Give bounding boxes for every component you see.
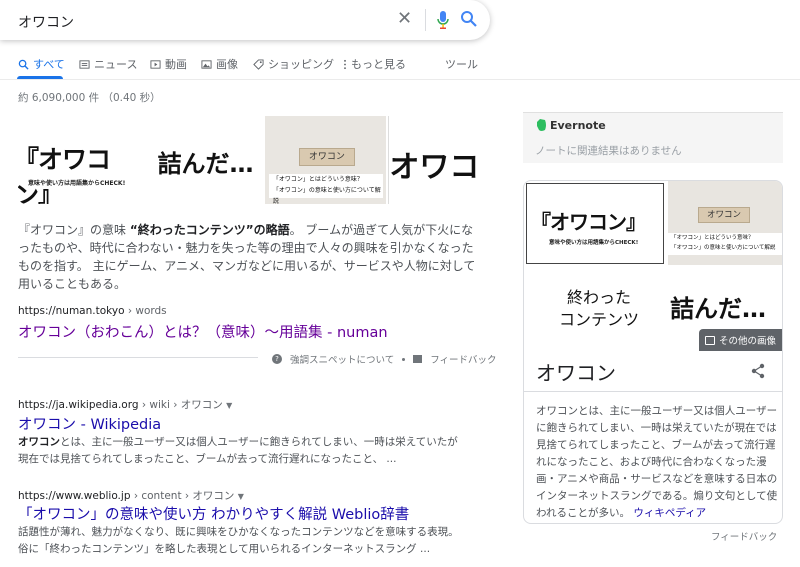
result-description: 話題性が薄れ、魅力がなくなり、既に興味をひかなくなったコンテンツなどを意味する表… bbox=[18, 526, 459, 555]
knowledge-image[interactable]: オワコン 「オワコン」とはどういう意味？ 「オワコン」の意味と使い方について解説 bbox=[668, 181, 782, 265]
tab-images[interactable]: 画像 bbox=[201, 56, 238, 72]
featured-snippet: 『オワコン』の意味 “終わったコンテンツ”の略語。 ブームが過ぎて人気が下火にな… bbox=[18, 223, 476, 291]
evernote-empty-text: ノートに関連結果はありません bbox=[535, 145, 682, 157]
microphone-icon[interactable] bbox=[436, 10, 450, 30]
share-icon[interactable] bbox=[750, 363, 766, 379]
search-icon[interactable] bbox=[460, 10, 478, 28]
tag-icon bbox=[253, 58, 264, 70]
tab-shopping[interactable]: ショッピング bbox=[253, 56, 334, 72]
result-title-link[interactable]: オワコン（おわこん）とは？（意味）～用語集 - numan bbox=[18, 321, 388, 342]
image-thumbnail[interactable]: 詰んだ… bbox=[143, 116, 263, 204]
image-thumbnail[interactable]: オワコ bbox=[388, 116, 476, 204]
image-strip[interactable]: 『オワコン』 意味や使い方は用語集からCHECK! 詰んだ… オワコン 「オワコ… bbox=[18, 116, 476, 204]
feedback-link[interactable]: フィードバック bbox=[430, 352, 496, 366]
result-title-link[interactable]: 「オワコン」の意味や使い方 わかりやすく解説 Weblio辞書 bbox=[18, 503, 409, 524]
clear-icon[interactable]: ✕ bbox=[397, 9, 412, 29]
result-description: オワコンとは、主に一般ユーザー又は個人ユーザーに飽きられてしまい、一時は栄えてい… bbox=[18, 436, 458, 465]
image-icon bbox=[705, 335, 715, 345]
divider bbox=[18, 357, 258, 358]
knowledge-title: オワコン bbox=[536, 361, 616, 385]
tab-video[interactable]: 動画 bbox=[150, 56, 187, 72]
evernote-panel: Evernote ノートに関連結果はありません bbox=[523, 112, 783, 163]
knowledge-panel: 『オワコン』 意味や使い方は用語集からCHECK! オワコン 「オワコン」とはど… bbox=[523, 180, 783, 524]
tab-news[interactable]: ニュース bbox=[79, 56, 137, 72]
feedback-link[interactable]: フィードバック bbox=[711, 529, 777, 543]
video-icon bbox=[150, 59, 161, 69]
search-bar: オワコン ✕ bbox=[0, 0, 490, 40]
active-tab-indicator bbox=[17, 76, 63, 79]
chevron-down-icon[interactable]: ▼ bbox=[226, 401, 232, 410]
tab-more[interactable]: もっと見る bbox=[343, 56, 406, 72]
chevron-down-icon[interactable]: ▼ bbox=[238, 492, 244, 501]
evernote-icon bbox=[537, 119, 546, 131]
feedback-icon bbox=[413, 355, 423, 363]
more-images-button[interactable]: その他の画像 bbox=[699, 329, 782, 351]
search-icon bbox=[18, 59, 29, 70]
result-title-link[interactable]: オワコン - Wikipedia bbox=[18, 413, 161, 434]
more-vert-icon bbox=[344, 59, 346, 69]
divider bbox=[524, 391, 782, 392]
result-cite: https://ja.wikipedia.org › wiki › オワコン ▼ bbox=[18, 399, 233, 411]
tab-all[interactable]: すべて bbox=[18, 56, 65, 72]
search-separator bbox=[425, 9, 426, 31]
knowledge-image[interactable]: 『オワコン』 意味や使い方は用語集からCHECK! bbox=[526, 183, 664, 264]
knowledge-image[interactable]: 終わった コンテンツ bbox=[524, 267, 666, 351]
snippet-about: ? 強調スニペットについて フィードバック bbox=[272, 352, 497, 366]
image-thumbnail[interactable]: オワコン 「オワコン」とはどういう意味？ 「オワコン」の意味と使い方について解説 bbox=[264, 116, 387, 204]
wikipedia-link[interactable]: ウィキペディア bbox=[633, 507, 706, 519]
evernote-logo[interactable]: Evernote bbox=[535, 119, 606, 132]
result-cite: https://www.weblio.jp › content › オワコン ▼ bbox=[18, 490, 244, 502]
result-stats: 約 6,090,000 件 （0.40 秒） bbox=[18, 92, 161, 104]
image-thumbnail[interactable]: 『オワコン』 意味や使い方は用語集からCHECK! bbox=[18, 116, 142, 204]
knowledge-description: オワコンとは、主に一般ユーザー又は個人ユーザーに飽きられてしまい、一時は栄えてい… bbox=[536, 405, 778, 519]
news-icon bbox=[79, 59, 90, 69]
result-cite: https://numan.tokyo › words bbox=[18, 305, 167, 317]
search-tabs: すべて ニュース 動画 画像 ショッピング もっと見る ツール bbox=[0, 56, 800, 80]
about-snippet-link[interactable]: 強調スニペットについて bbox=[290, 352, 394, 366]
image-icon bbox=[201, 59, 212, 69]
search-input[interactable]: オワコン bbox=[18, 12, 74, 32]
help-icon: ? bbox=[272, 354, 282, 364]
tab-tools[interactable]: ツール bbox=[445, 56, 478, 72]
